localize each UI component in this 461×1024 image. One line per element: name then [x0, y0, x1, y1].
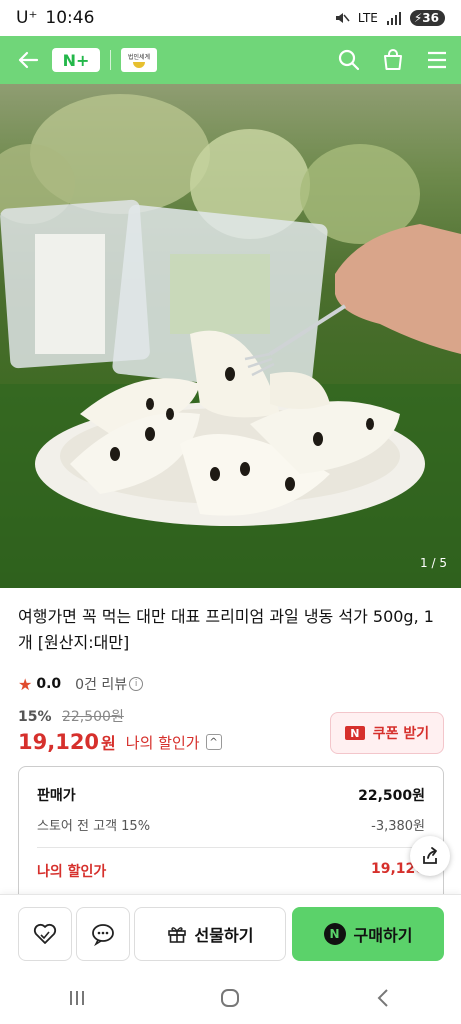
- header-divider: [110, 50, 111, 70]
- buy-label: 구매하기: [353, 926, 413, 945]
- star-icon: ★: [18, 674, 33, 694]
- nplus-logo[interactable]: N+: [52, 48, 100, 72]
- recent-apps-icon[interactable]: [66, 988, 88, 1012]
- product-image[interactable]: 1 / 5: [0, 84, 461, 588]
- final-price-row: 19,120 원 나의 할인가 ^: [18, 730, 222, 754]
- shopping-bag-icon[interactable]: [381, 48, 405, 72]
- coupon-label: 쿠폰 받기: [372, 726, 430, 742]
- talk-icon: [92, 924, 114, 947]
- header-actions: [337, 48, 449, 72]
- share-button[interactable]: [410, 836, 450, 876]
- rating-row[interactable]: ★ 0.0 0건 리뷰 i: [18, 674, 144, 694]
- final-price: 19,120: [18, 730, 100, 754]
- status-bar: U⁺ 10:46 LTE ⚡36: [0, 0, 461, 36]
- product-photo: [0, 94, 461, 588]
- currency-unit: 원: [101, 734, 116, 753]
- menu-icon[interactable]: [425, 48, 449, 72]
- breakdown-row: 스토어 전 고객 15% -3,380원: [37, 815, 425, 834]
- chevron-up-icon[interactable]: ^: [205, 734, 222, 750]
- store-logo-text: 법인세계: [127, 54, 151, 61]
- battery-level: 36: [422, 11, 439, 25]
- store-logo-mark: [133, 62, 145, 68]
- purchase-action-bar: 선물하기 N 구매하기: [0, 894, 461, 976]
- breakdown-divider: [37, 847, 425, 848]
- back-icon[interactable]: [373, 987, 395, 1013]
- rating-score: 0.0: [36, 676, 62, 692]
- share-icon: [423, 847, 437, 864]
- discount-rate: 15%: [18, 709, 52, 725]
- original-price: 22,500원: [61, 709, 124, 725]
- review-count[interactable]: 0건 리뷰: [75, 674, 127, 694]
- breakdown-label: 스토어 전 고객 15%: [37, 819, 151, 834]
- clock: 10:46: [45, 8, 95, 28]
- talk-button[interactable]: [76, 907, 130, 961]
- app-header: N+ 법인세계: [0, 36, 461, 84]
- naver-badge-icon: N: [344, 726, 365, 740]
- signal-icon: [386, 12, 401, 25]
- heart-icon: [33, 923, 57, 944]
- system-nav-bar: [0, 976, 461, 1024]
- carrier: U⁺: [16, 8, 38, 28]
- info-icon[interactable]: i: [129, 677, 144, 691]
- breakdown-row: 나의 할인가 19,120: [37, 861, 425, 881]
- buy-button[interactable]: N 구매하기: [292, 907, 444, 961]
- like-button[interactable]: [18, 907, 72, 961]
- status-icons: LTE ⚡36: [334, 10, 445, 26]
- network-label: LTE: [357, 11, 378, 25]
- back-arrow-icon[interactable]: [12, 44, 44, 76]
- store-logo[interactable]: 법인세계: [121, 48, 157, 72]
- search-icon[interactable]: [337, 48, 361, 72]
- breakdown-value: -3,380원: [371, 819, 425, 834]
- discount-row: 15% 22,500원: [18, 706, 124, 726]
- breakdown-value: 22,500원: [358, 788, 425, 804]
- mute-icon: [335, 13, 350, 23]
- image-pager: 1 / 5: [420, 556, 447, 570]
- gift-icon: [167, 927, 186, 943]
- my-discount-label: 나의 할인가: [125, 733, 200, 752]
- gift-button[interactable]: 선물하기: [134, 907, 286, 961]
- breakdown-label: 판매가: [37, 788, 76, 804]
- battery-indicator: ⚡36: [409, 10, 445, 26]
- coupon-button[interactable]: N 쿠폰 받기: [330, 712, 444, 754]
- breakdown-label: 나의 할인가: [37, 864, 107, 880]
- gift-label: 선물하기: [194, 926, 254, 945]
- home-icon[interactable]: [219, 987, 241, 1013]
- breakdown-row: 판매가 22,500원: [37, 785, 425, 805]
- naver-pay-icon: N: [323, 923, 346, 945]
- product-title: 여행가면 꼭 먹는 대만 대표 프리미엄 과일 냉동 석가 500g, 1개 […: [18, 607, 434, 652]
